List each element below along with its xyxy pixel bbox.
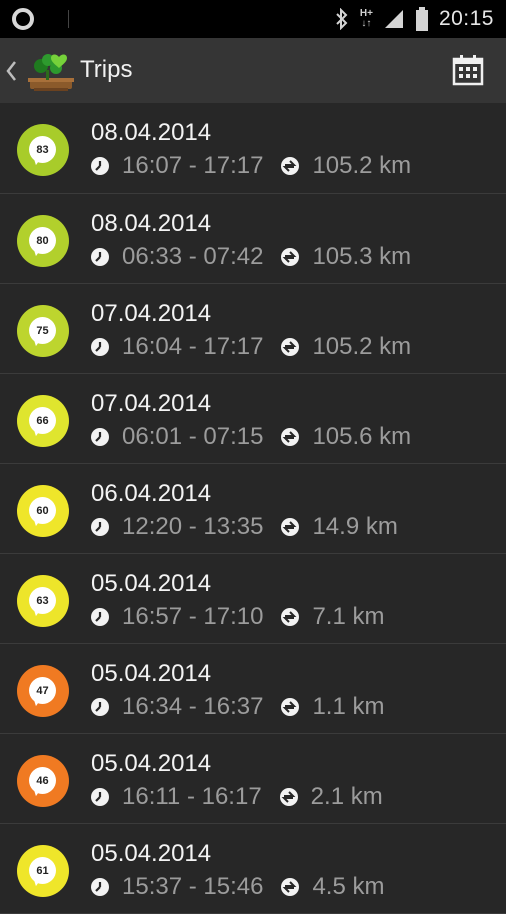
clock-icon [91,248,109,266]
calendar-icon [452,55,484,86]
trip-date: 05.04.2014 [91,570,212,597]
clock-time: 20:15 [438,7,494,30]
score-badge: 61 [17,845,69,897]
distance-arrow-icon [281,338,300,356]
clock-icon [91,428,109,446]
clock-icon [91,157,109,175]
score-pin-tail [31,517,41,527]
notification-circle-icon [12,8,34,30]
battery-icon [415,6,429,32]
trip-distance: 1.1 km [312,693,385,720]
status-bar: H+ ↓↑ 20:15 [0,0,506,38]
score-badge: 63 [17,575,69,627]
trip-date: 07.04.2014 [91,300,212,327]
trip-meta: 06:01 - 07:15 105.6 km [90,422,411,452]
clock-icon [91,788,109,806]
trip-date: 05.04.2014 [91,840,212,867]
trip-distance: 105.6 km [312,423,412,450]
trip-row[interactable]: 66 07.04.2014 06:01 - 07:15 105.6 km [0,374,506,464]
signal-icon [383,8,405,30]
score-pin-tail [31,337,41,347]
distance-arrow-icon [281,698,300,716]
score-badge: 60 [17,485,69,537]
trip-meta: 16:57 - 17:10 7.1 km [90,602,384,632]
trip-meta: 16:34 - 16:37 1.1 km [90,692,384,722]
page-title: Trips [80,56,133,83]
trip-time-range: 15:37 - 15:46 [122,873,264,900]
score-badge: 83 [17,124,69,176]
trip-time-range: 12:20 - 13:35 [122,513,264,540]
bluetooth-icon [334,8,350,30]
network-type-icon: H+ ↓↑ [360,9,373,29]
trip-distance: 105.3 km [312,243,412,270]
trip-time-range: 06:01 - 07:15 [122,423,264,450]
trip-time-range: 16:04 - 17:17 [122,333,264,360]
score-badge: 80 [17,215,69,267]
trip-date: 05.04.2014 [91,660,212,687]
calendar-button[interactable] [450,51,486,89]
trip-distance: 105.2 km [312,152,412,179]
trip-meta: 16:11 - 16:17 2.1 km [90,782,383,812]
trip-date: 07.04.2014 [91,390,212,417]
distance-arrow-icon [281,428,300,446]
score-badge: 46 [17,755,69,807]
trip-distance: 105.2 km [312,333,412,360]
score-pin-tail [31,787,41,797]
clock-icon [91,608,109,626]
trip-time-range: 16:57 - 17:10 [122,603,264,630]
trip-row[interactable]: 46 05.04.2014 16:11 - 16:17 2.1 km [0,734,506,824]
score-pin-tail [31,427,41,437]
score-badge: 66 [17,395,69,447]
score-pin-tail [31,156,41,166]
trip-distance: 14.9 km [312,513,398,540]
trip-distance: 7.1 km [312,603,385,630]
clock-icon [91,878,109,896]
trip-time-range: 16:07 - 17:17 [122,152,264,179]
score-pin-tail [31,697,41,707]
network-activity-label: ↓↑ [361,18,372,29]
trip-meta: 15:37 - 15:46 4.5 km [90,872,384,902]
trip-date: 05.04.2014 [91,750,212,777]
distance-arrow-icon [281,518,300,536]
trip-row[interactable]: 47 05.04.2014 16:34 - 16:37 1.1 km [0,644,506,734]
score-pin-tail [31,607,41,617]
clock-icon [91,698,109,716]
trip-date: 06.04.2014 [91,480,212,507]
status-icons: H+ ↓↑ 20:15 [334,0,494,38]
trip-row[interactable]: 83 08.04.2014 16:07 - 17:17 105.2 km [0,103,506,194]
distance-arrow-icon [281,157,300,175]
trip-date: 08.04.2014 [91,119,212,146]
distance-arrow-icon [281,608,300,626]
trip-meta: 06:33 - 07:42 105.3 km [90,242,411,272]
distance-arrow-icon [281,878,300,896]
score-pin-tail [31,877,41,887]
trip-distance: 2.1 km [310,783,383,810]
trip-row[interactable]: 63 05.04.2014 16:57 - 17:10 7.1 km [0,554,506,644]
score-pin-tail [31,247,41,257]
distance-arrow-icon [281,248,300,266]
trip-row[interactable]: 60 06.04.2014 12:20 - 13:35 14.9 km [0,464,506,554]
clock-icon [91,518,109,536]
score-badge: 75 [17,305,69,357]
clock-icon [91,338,109,356]
trip-meta: 12:20 - 13:35 14.9 km [90,512,398,542]
chevron-left-icon[interactable] [4,58,18,84]
trip-time-range: 16:34 - 16:37 [122,693,264,720]
trip-meta: 16:07 - 17:17 105.2 km [90,151,411,181]
status-divider [68,10,69,28]
trip-time-range: 06:33 - 07:42 [122,243,264,270]
score-badge: 47 [17,665,69,717]
trip-date: 08.04.2014 [91,210,212,237]
app-logo-icon[interactable] [26,48,76,94]
trip-row[interactable]: 80 08.04.2014 06:33 - 07:42 105.3 km [0,194,506,284]
trip-distance: 4.5 km [312,873,385,900]
action-bar: Trips [0,38,506,103]
distance-arrow-icon [279,788,298,806]
trip-row[interactable]: 75 07.04.2014 16:04 - 17:17 105.2 km [0,284,506,374]
trip-time-range: 16:11 - 16:17 [122,783,262,810]
trip-row[interactable]: 61 05.04.2014 15:37 - 15:46 4.5 km [0,824,506,914]
trip-meta: 16:04 - 17:17 105.2 km [90,332,411,362]
trip-list: 83 08.04.2014 16:07 - 17:17 105.2 km 80 … [0,103,506,914]
